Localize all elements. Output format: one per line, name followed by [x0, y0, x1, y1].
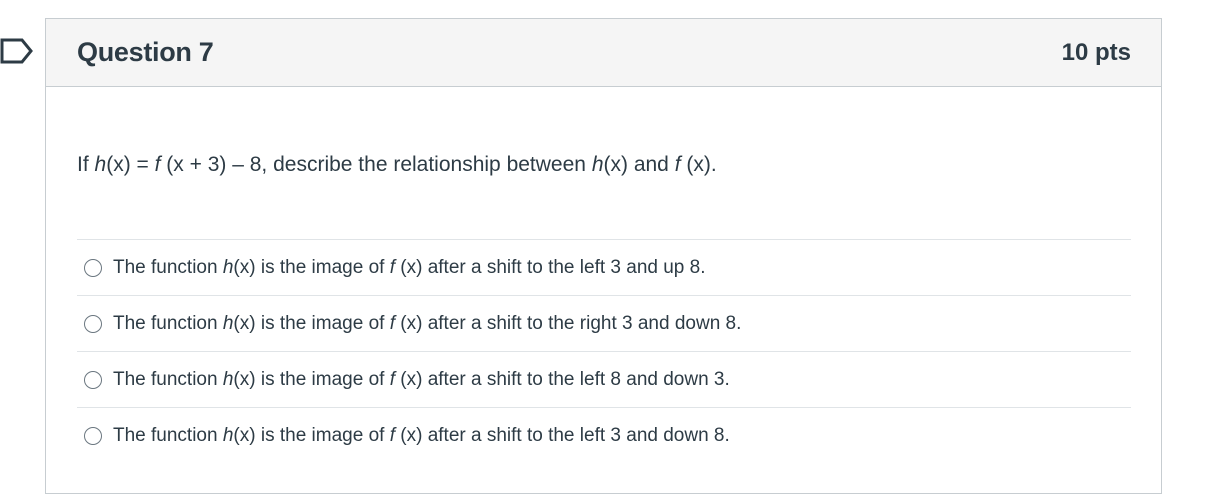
answer-option-2[interactable]: The function h(x) is the image of f (x) … [77, 295, 1131, 351]
radio-button[interactable] [84, 426, 102, 445]
question-header: Question 7 10 pts [46, 19, 1161, 87]
question-points: 10 pts [1061, 38, 1131, 66]
answer-label[interactable]: The function h(x) is the image of f (x) … [113, 257, 706, 279]
answer-label[interactable]: The function h(x) is the image of f (x) … [113, 313, 741, 335]
question-card: Question 7 10 pts If h(x) = f (x + 3) – … [45, 18, 1162, 494]
answer-label[interactable]: The function h(x) is the image of f (x) … [113, 369, 730, 391]
answer-option-3[interactable]: The function h(x) is the image of f (x) … [77, 351, 1131, 407]
answer-label[interactable]: The function h(x) is the image of f (x) … [113, 425, 730, 447]
radio-button[interactable] [84, 370, 102, 389]
question-title: Question 7 [77, 37, 214, 67]
prompt-text: (x) and [603, 153, 675, 176]
prompt-text: (x). [680, 153, 717, 176]
question-prompt: If h(x) = f (x + 3) – 8, describe the re… [77, 153, 1131, 177]
question-body: If h(x) = f (x + 3) – 8, describe the re… [46, 153, 1161, 463]
prompt-var-h: h [94, 153, 107, 176]
answer-option-4[interactable]: The function h(x) is the image of f (x) … [77, 407, 1131, 463]
radio-button[interactable] [84, 258, 102, 277]
flag-question-icon[interactable] [0, 38, 34, 64]
answer-list: The function h(x) is the image of f (x) … [77, 239, 1131, 463]
prompt-var-h: h [591, 153, 604, 176]
answer-option-1[interactable]: The function h(x) is the image of f (x) … [77, 239, 1131, 295]
radio-button[interactable] [84, 314, 102, 333]
prompt-text: (x) = [106, 153, 155, 176]
prompt-text: (x + 3) – 8, describe the relationship b… [160, 153, 592, 176]
prompt-text: If [77, 153, 95, 176]
